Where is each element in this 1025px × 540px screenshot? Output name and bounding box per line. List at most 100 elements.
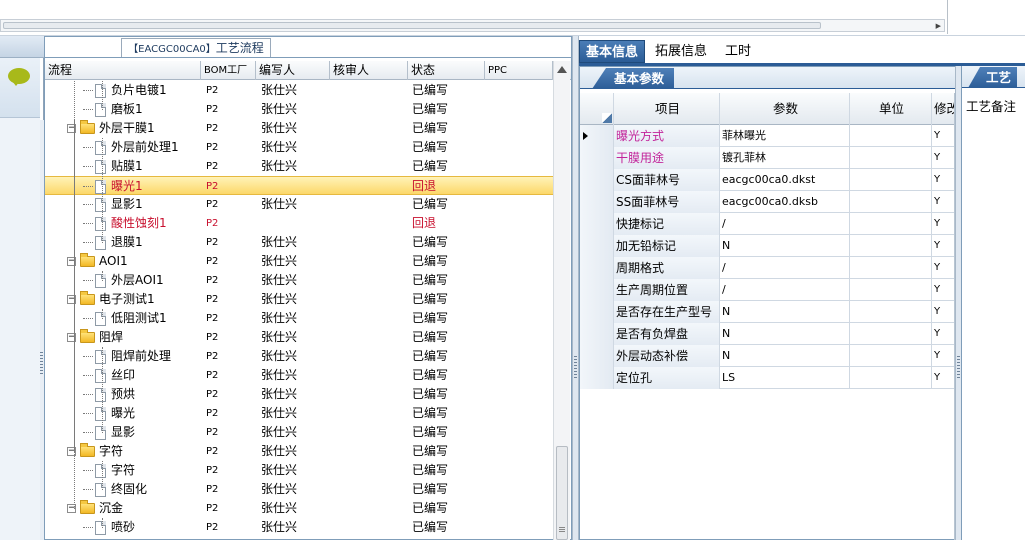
param-unit-cell[interactable] (850, 367, 932, 389)
tree-row[interactable]: − 字符 P2 张仕兴 已编写 (45, 442, 553, 461)
row-indicator[interactable] (580, 191, 614, 213)
param-value-cell[interactable]: N (720, 301, 850, 323)
param-unit-cell[interactable] (850, 147, 932, 169)
param-row[interactable]: 生产周期位置 / Y (580, 279, 954, 301)
tree-row[interactable]: 磨板1 P2 张仕兴 已编写 (45, 100, 553, 119)
tree-row[interactable]: 预烘 P2 张仕兴 已编写 (45, 385, 553, 404)
tree-row[interactable]: 贴膜1 P2 张仕兴 已编写 (45, 157, 553, 176)
param-unit-cell[interactable] (850, 191, 932, 213)
param-value-cell[interactable]: eacgc00ca0.dkst (720, 169, 850, 191)
col-header-value[interactable]: 参数 (720, 93, 850, 125)
tree-row[interactable]: − 阻焊 P2 张仕兴 已编写 (45, 328, 553, 347)
col-header-status[interactable]: 状态 (408, 61, 485, 80)
subtab-basic-params[interactable]: 基本参数 (592, 68, 675, 89)
col-header-writer[interactable]: 编写人 (256, 61, 330, 80)
param-unit-cell[interactable] (850, 125, 932, 147)
param-row[interactable]: 干膜用途 镀孔菲林 Y (580, 147, 954, 169)
param-value-cell[interactable]: N (720, 235, 850, 257)
col-header-ppc[interactable]: PPC (485, 61, 553, 80)
tree-row[interactable]: 外层前处理1 P2 张仕兴 已编写 (45, 138, 553, 157)
tree-row[interactable]: 显影1 P2 张仕兴 已编写 (45, 195, 553, 214)
tree-row[interactable]: 显影 P2 张仕兴 已编写 (45, 423, 553, 442)
tree-row[interactable]: 外层AOI1 P2 张仕兴 已编写 (45, 271, 553, 290)
param-unit-cell[interactable] (850, 235, 932, 257)
tab-process-notes[interactable]: 工艺 (968, 67, 1018, 88)
tree-node[interactable]: 显影1 (45, 195, 201, 214)
chat-bubble-icon[interactable] (8, 68, 30, 86)
tree-row[interactable]: 喷砂 P2 张仕兴 已编写 (45, 518, 553, 537)
param-row[interactable]: 周期格式 / Y (580, 257, 954, 279)
top-horizontal-scrollbar[interactable]: ▶ (0, 19, 945, 32)
tree-node[interactable]: 外层AOI1 (45, 271, 201, 290)
row-indicator[interactable] (580, 257, 614, 279)
tree-scroll-thumb[interactable] (556, 446, 568, 540)
tree-row[interactable]: 丝印 P2 张仕兴 已编写 (45, 366, 553, 385)
tree-row[interactable]: 低阻测试1 P2 张仕兴 已编写 (45, 309, 553, 328)
param-value-cell[interactable]: 菲林曝光 (720, 125, 850, 147)
tree-row[interactable]: − AOI1 P2 张仕兴 已编写 (45, 252, 553, 271)
tab-work-hours[interactable]: 工时 (719, 40, 757, 63)
param-unit-cell[interactable] (850, 169, 932, 191)
tree-node[interactable]: − 沉金 (45, 499, 201, 518)
col-header-bom[interactable]: BOM工厂 (201, 61, 256, 80)
param-value-cell[interactable]: N (720, 323, 850, 345)
param-value-cell[interactable]: / (720, 257, 850, 279)
row-indicator[interactable] (580, 169, 614, 191)
tree-node[interactable]: 外层前处理1 (45, 138, 201, 157)
tree-node[interactable]: − 阻焊 (45, 328, 201, 347)
tab-basic-info[interactable]: 基本信息 (579, 40, 645, 63)
tree-node[interactable]: 字符 (45, 461, 201, 480)
param-row[interactable]: 曝光方式 菲林曝光 Y (580, 125, 954, 147)
param-unit-cell[interactable] (850, 257, 932, 279)
param-row[interactable]: 外层动态补偿 N Y (580, 345, 954, 367)
scroll-up-arrow-icon[interactable] (557, 66, 567, 73)
param-unit-cell[interactable] (850, 301, 932, 323)
param-value-cell[interactable]: eacgc00ca0.dksb (720, 191, 850, 213)
row-indicator[interactable] (580, 279, 614, 301)
row-indicator[interactable] (580, 213, 614, 235)
param-unit-cell[interactable] (850, 345, 932, 367)
param-row[interactable]: 定位孔 LS Y (580, 367, 954, 389)
tree-row[interactable]: 字符 P2 张仕兴 已编写 (45, 461, 553, 480)
tree-node[interactable]: 终固化 (45, 480, 201, 499)
tree-row[interactable]: 阻焊前处理 P2 张仕兴 已编写 (45, 347, 553, 366)
param-row[interactable]: 加无铅标记 N Y (580, 235, 954, 257)
tree-row[interactable]: 负片电镀1 P2 张仕兴 已编写 (45, 81, 553, 100)
row-indicator[interactable] (580, 345, 614, 367)
col-header-modify[interactable]: 修改 (932, 93, 954, 125)
tree-row[interactable]: − 沉金 P2 张仕兴 已编写 (45, 499, 553, 518)
tree-node[interactable]: 负片电镀1 (45, 81, 201, 100)
tree-node[interactable]: 预烘 (45, 385, 201, 404)
col-header-unit[interactable]: 单位 (850, 93, 932, 125)
param-value-cell[interactable]: LS (720, 367, 850, 389)
tree-node[interactable]: 显影 (45, 423, 201, 442)
param-row[interactable]: 快捷标记 / Y (580, 213, 954, 235)
tree-row[interactable]: 酸性蚀刻1 P2 回退 (45, 214, 553, 233)
top-scroll-thumb[interactable] (3, 22, 821, 29)
param-value-cell[interactable]: / (720, 213, 850, 235)
param-row[interactable]: 是否有负焊盘 N Y (580, 323, 954, 345)
tree-node[interactable]: 曝光1 (45, 177, 201, 196)
row-indicator[interactable] (580, 235, 614, 257)
tree-row[interactable]: 退膜1 P2 张仕兴 已编写 (45, 233, 553, 252)
param-row[interactable]: CS面菲林号 eacgc00ca0.dkst Y (580, 169, 954, 191)
param-row[interactable]: 是否存在生产型号 N Y (580, 301, 954, 323)
tree-row[interactable]: − 外层干膜1 P2 张仕兴 已编写 (45, 119, 553, 138)
param-unit-cell[interactable] (850, 279, 932, 301)
tree-node[interactable]: − 字符 (45, 442, 201, 461)
tree-vertical-scrollbar[interactable] (553, 61, 570, 540)
tree-node[interactable]: 阻焊前处理 (45, 347, 201, 366)
tree-node[interactable]: 贴膜1 (45, 157, 201, 176)
tree-node[interactable]: 低阻测试1 (45, 309, 201, 328)
tree-row[interactable]: − 电子测试1 P2 张仕兴 已编写 (45, 290, 553, 309)
col-header-process[interactable]: 流程 (45, 61, 201, 80)
row-indicator[interactable] (580, 147, 614, 169)
tree-node[interactable]: − 外层干膜1 (45, 119, 201, 138)
tree-node[interactable]: − 电子测试1 (45, 290, 201, 309)
tree-row[interactable]: 曝光 P2 张仕兴 已编写 (45, 404, 553, 423)
param-row[interactable]: SS面菲林号 eacgc00ca0.dksb Y (580, 191, 954, 213)
param-unit-cell[interactable] (850, 213, 932, 235)
row-indicator[interactable] (580, 301, 614, 323)
col-header-item[interactable]: 项目 (614, 93, 720, 125)
row-indicator[interactable] (580, 323, 614, 345)
